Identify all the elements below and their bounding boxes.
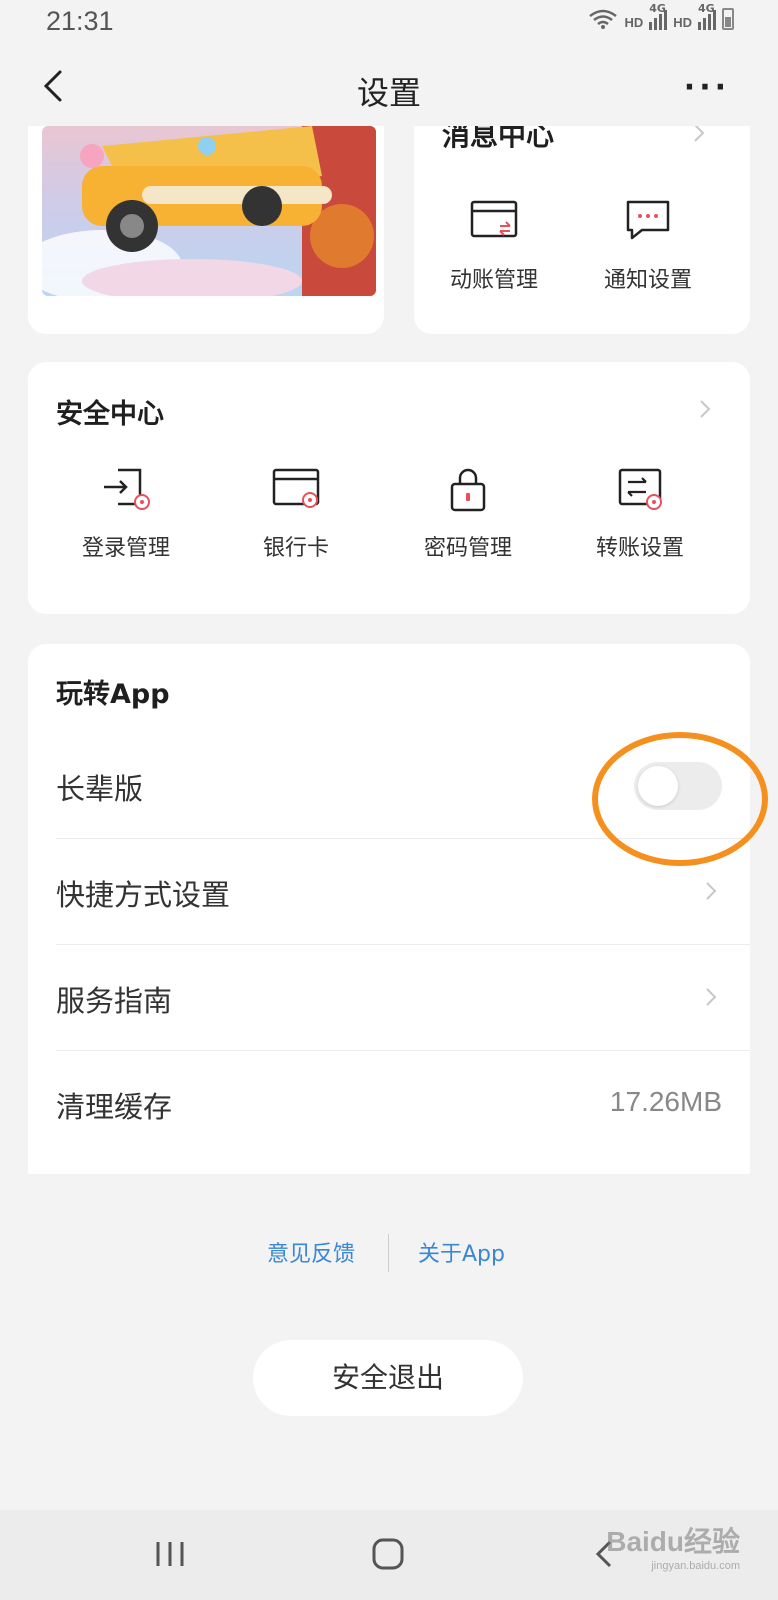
grid-item-notification-settings[interactable]: 通知设置 <box>588 196 708 294</box>
chat-bubble-icon <box>626 200 670 240</box>
login-arrow-icon <box>104 468 150 510</box>
row-label: 长辈版 <box>56 772 144 806</box>
row-label: 快捷方式设置 <box>56 878 231 912</box>
settings-row-service-guide[interactable]: 服务指南 <box>56 944 750 1051</box>
status-bar: 21:31 HD 4G HD 4G <box>0 0 778 50</box>
footer-links: 意见反馈 关于App <box>0 1234 778 1276</box>
feedback-link[interactable]: 意见反馈 <box>267 1236 355 1268</box>
grid-item-password-management[interactable]: 密码管理 <box>408 464 528 562</box>
grid-item-bank-card[interactable]: 银行卡 <box>236 464 356 562</box>
signal-icon-1: 4G <box>649 2 668 30</box>
bank-card-icon <box>272 468 320 508</box>
grid-item-label: 通知设置 <box>603 268 692 293</box>
transfer-icon <box>618 468 662 510</box>
grid-item-label: 密码管理 <box>423 536 512 561</box>
network-label-2: HD <box>673 15 692 30</box>
logout-button[interactable]: 安全退出 <box>253 1340 523 1416</box>
grid-item-label: 动账管理 <box>449 268 538 293</box>
lock-icon <box>450 468 486 512</box>
status-icons: HD 4G HD 4G <box>588 2 734 30</box>
settings-row-clear-cache[interactable]: 清理缓存 17.26MB <box>56 1050 750 1156</box>
message-center-card[interactable]: 消息中心 动账管理 通知设置 <box>414 96 750 334</box>
security-center-card: 安全中心 登录管理 银行卡 密码管理 转账设置 <box>28 362 750 614</box>
highlight-annotation-circle <box>592 732 768 866</box>
status-time: 21:31 <box>46 6 114 36</box>
grid-item-label: 银行卡 <box>262 536 329 561</box>
navigation-bar: 设置 ··· <box>0 50 778 126</box>
row-label: 清理缓存 <box>56 1090 173 1124</box>
wifi-icon <box>589 9 618 29</box>
link-divider <box>388 1234 389 1272</box>
watermark-brand: Baidu经验 <box>606 1526 740 1557</box>
grid-item-label: 转账设置 <box>595 536 684 561</box>
security-center-title: 安全中心 <box>56 399 164 430</box>
grid-item-transfer-settings[interactable]: 转账设置 <box>580 464 700 562</box>
chevron-right-icon <box>706 882 717 900</box>
signal-icon-2: 4G <box>698 2 716 30</box>
page-title: 设置 <box>356 74 421 112</box>
grid-item-transaction-management[interactable]: 动账管理 <box>434 196 554 294</box>
grid-item-login-management[interactable]: 登录管理 <box>66 464 186 562</box>
recent-apps-icon[interactable] <box>148 1534 192 1574</box>
row-label: 服务指南 <box>56 984 173 1018</box>
promo-banner-card[interactable] <box>28 96 384 334</box>
about-app-link[interactable]: 关于App <box>418 1236 505 1268</box>
card-transfer-icon <box>470 200 518 238</box>
watermark-url: jingyan.baidu.com <box>651 1560 740 1572</box>
home-icon[interactable] <box>366 1534 410 1574</box>
battery-icon <box>722 8 734 30</box>
network-label-1: HD <box>624 15 644 30</box>
play-app-title: 玩转App <box>56 679 170 710</box>
cartoon-car-illustration <box>42 126 376 296</box>
cache-size-value: 17.26MB <box>609 1086 722 1117</box>
more-options-button[interactable]: ··· <box>684 70 730 105</box>
promo-banner-image[interactable] <box>42 126 376 296</box>
play-app-card: 玩转App 长辈版 快捷方式设置 服务指南 清理缓存 17.26MB <box>28 644 750 1174</box>
chevron-right-icon <box>706 988 717 1006</box>
grid-item-label: 登录管理 <box>81 536 170 561</box>
baidu-jingyan-watermark: Baidu经验 jingyan.baidu.com <box>606 1520 740 1572</box>
chevron-right-icon[interactable] <box>694 398 716 420</box>
